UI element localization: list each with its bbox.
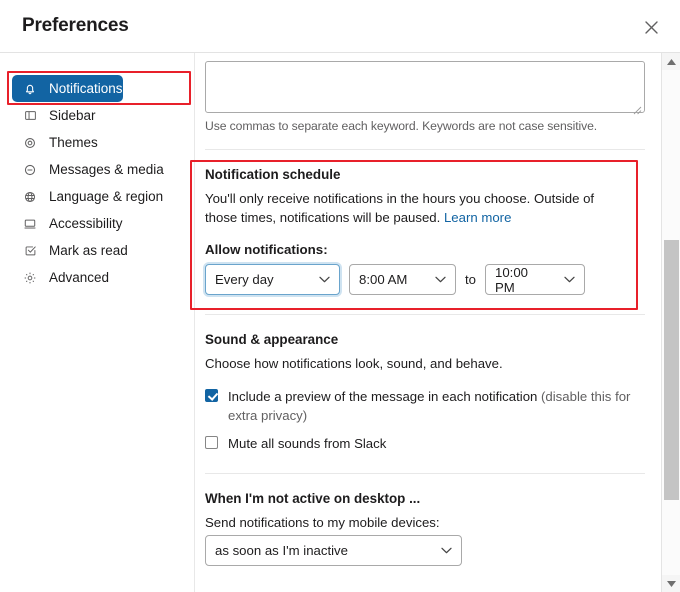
sidebar-item-label: Themes xyxy=(49,134,98,150)
gear-icon xyxy=(22,270,38,286)
sidebar-item-label: Accessibility xyxy=(49,215,123,231)
scroll-up-arrow-icon[interactable] xyxy=(662,53,680,70)
keyboard-icon xyxy=(22,216,38,232)
mute-checkbox-row[interactable]: Mute all sounds from Slack xyxy=(205,434,643,453)
sidebar-item-messages-media[interactable]: Messages & media xyxy=(12,156,164,183)
main-content-panel: Use commas to separate each keyword. Key… xyxy=(196,53,661,592)
sidebar-icon xyxy=(22,108,38,124)
mobile-notifications-select[interactable]: as soon as I'm inactive xyxy=(205,535,462,567)
sidebar-item-label: Mark as read xyxy=(49,242,128,258)
schedule-end-time-select[interactable]: 10:00 PM xyxy=(485,264,585,296)
bell-icon xyxy=(22,81,38,97)
not-active-description: Send notifications to my mobile devices: xyxy=(205,514,440,530)
chevron-down-icon xyxy=(550,276,575,283)
sidebar-item-label: Notifications xyxy=(49,80,123,96)
schedule-to-label: to xyxy=(465,272,476,288)
not-active-section: When I'm not active on desktop ... Send … xyxy=(205,474,643,567)
chevron-down-icon xyxy=(421,276,446,283)
preview-checkbox-row[interactable]: Include a preview of the message in each… xyxy=(205,387,643,425)
notification-schedule-section: Notification schedule You'll only receiv… xyxy=(205,150,643,296)
schedule-days-select[interactable]: Every day xyxy=(205,264,340,296)
preview-checkbox[interactable] xyxy=(205,389,218,403)
sound-appearance-section: Sound & appearance Choose how notificati… xyxy=(205,315,643,453)
sidebar-item-advanced[interactable]: Advanced xyxy=(12,264,109,291)
mobile-notifications-value: as soon as I'm inactive xyxy=(215,543,348,559)
sidebar-item-mark-as-read[interactable]: Mark as read xyxy=(12,237,128,264)
schedule-start-time-select[interactable]: 8:00 AM xyxy=(349,264,456,296)
preview-label-text: Include a preview of the message in each… xyxy=(228,389,542,405)
vertical-scrollbar[interactable] xyxy=(661,53,680,592)
close-icon[interactable] xyxy=(638,14,664,40)
globe-icon xyxy=(22,189,38,205)
sidebar-item-accessibility[interactable]: Accessibility xyxy=(12,210,123,237)
schedule-days-value: Every day xyxy=(215,272,274,288)
preferences-dialog: Preferences Notifications Sidebar Themes… xyxy=(0,0,680,592)
message-icon xyxy=(22,162,38,178)
sidebar: Notifications Sidebar Themes Messages & … xyxy=(0,53,195,592)
sidebar-item-label: Language & region xyxy=(49,188,164,204)
scrollbar-thumb[interactable] xyxy=(664,240,679,500)
schedule-end-time-value: 10:00 PM xyxy=(495,264,529,295)
eye-icon xyxy=(22,135,38,151)
not-active-title: When I'm not active on desktop ... xyxy=(205,490,421,506)
sidebar-item-themes[interactable]: Themes xyxy=(12,129,98,156)
sidebar-item-label: Messages & media xyxy=(49,161,164,177)
chevron-down-icon xyxy=(305,276,330,283)
sidebar-nav-list: Notifications Sidebar Themes Messages & … xyxy=(0,75,194,291)
sidebar-item-label: Advanced xyxy=(49,269,110,285)
sidebar-item-language-region[interactable]: Language & region xyxy=(12,183,163,210)
sound-appearance-title: Sound & appearance xyxy=(205,332,339,348)
learn-more-link[interactable]: Learn more xyxy=(444,210,511,225)
resize-grip-icon[interactable] xyxy=(633,102,642,115)
notification-schedule-title: Notification schedule xyxy=(205,167,341,182)
settings-content: Use commas to separate each keyword. Key… xyxy=(196,53,661,567)
schedule-desc-text: You'll only receive notifications in the… xyxy=(205,191,595,225)
chevron-down-icon xyxy=(427,547,452,554)
notification-schedule-description: You'll only receive notifications in the… xyxy=(205,190,625,227)
sidebar-item-label: Sidebar xyxy=(49,107,96,123)
schedule-controls-row: Every day 8:00 AM to 10:00 PM xyxy=(205,264,643,296)
checkmark-box-icon xyxy=(22,243,38,259)
sidebar-item-sidebar[interactable]: Sidebar xyxy=(12,102,96,129)
dialog-header: Preferences xyxy=(0,0,680,53)
page-title: Preferences xyxy=(22,15,129,36)
mute-checkbox-label: Mute all sounds from Slack xyxy=(228,436,387,452)
mute-checkbox[interactable] xyxy=(205,436,218,450)
schedule-start-time-value: 8:00 AM xyxy=(359,272,408,288)
preview-checkbox-label: Include a preview of the message in each… xyxy=(228,387,638,425)
allow-notifications-label: Allow notifications: xyxy=(205,242,328,258)
sidebar-item-notifications[interactable]: Notifications xyxy=(12,75,123,102)
keywords-hint: Use commas to separate each keyword. Key… xyxy=(205,119,598,133)
keywords-textarea[interactable] xyxy=(205,61,645,115)
sound-appearance-description: Choose how notifications look, sound, an… xyxy=(205,356,503,372)
scroll-down-arrow-icon[interactable] xyxy=(662,575,680,592)
